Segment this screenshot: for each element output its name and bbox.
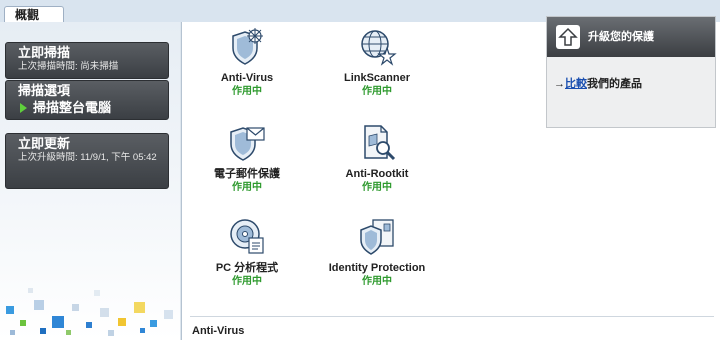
upgrade-title: 升級您的保護: [588, 31, 654, 43]
scan-now-title: 立即掃描: [18, 45, 71, 60]
feature-name: Identity Protection: [328, 262, 426, 274]
divider: [190, 316, 714, 317]
disc-analyzer-icon: [227, 216, 267, 256]
sidebar: 立即掃描 上次掃描時間: 尚未掃描 掃描選項 掃描整台電腦 立即更新 上次升級時…: [0, 22, 180, 340]
play-icon: [20, 103, 27, 113]
scan-now-subtitle: 上次掃描時間: 尚未掃描: [18, 61, 119, 72]
feature-status: 作用中: [362, 276, 392, 287]
update-now-title: 立即更新: [18, 136, 71, 151]
feature-status: 作用中: [362, 86, 392, 97]
feature-name: LinkScanner: [343, 72, 411, 84]
compare-link[interactable]: 比較: [565, 78, 587, 90]
shield-mail-icon: [227, 122, 267, 162]
feature-status: 作用中: [362, 182, 392, 193]
feature-linkscanner[interactable]: LinkScanner 作用中: [312, 26, 442, 98]
feature-identity-protection[interactable]: Identity Protection 作用中: [312, 216, 442, 288]
upgrade-arrow-icon: [556, 25, 580, 49]
feature-name: Anti-Virus: [220, 72, 274, 84]
scan-whole-computer-button[interactable]: 掃描整台電腦: [6, 99, 168, 117]
document-magnifier-icon: [357, 122, 397, 162]
feature-status: 作用中: [232, 86, 262, 97]
shield-virus-icon: [227, 26, 267, 66]
feature-status: 作用中: [232, 276, 262, 287]
update-now-subtitle: 上次升級時間: 11/9/1, 下午 05:42: [18, 152, 157, 163]
arrow-right-icon: →: [554, 78, 565, 90]
globe-link-icon: [357, 26, 397, 66]
shield-id-icon: [357, 216, 397, 256]
feature-anti-rootkit[interactable]: Anti-Rootkit 作用中: [312, 122, 442, 194]
scan-now-button[interactable]: 立即掃描 上次掃描時間: 尚未掃描: [5, 42, 169, 79]
upgrade-panel: 升級您的保護 →比較我們的產品: [546, 16, 716, 128]
decorative-pixel-pattern: [0, 230, 180, 340]
scan-options-panel: 掃描選項 掃描整台電腦: [5, 80, 169, 120]
scan-options-title[interactable]: 掃描選項: [6, 81, 168, 99]
detail-section-title: Anti-Virus: [192, 325, 245, 337]
feature-pc-analyzer[interactable]: PC 分析程式 作用中: [182, 216, 312, 288]
upgrade-header[interactable]: 升級您的保護: [547, 17, 715, 57]
feature-name: Anti-Rootkit: [345, 168, 409, 180]
scan-whole-computer-label: 掃描整台電腦: [33, 100, 112, 115]
compare-suffix: 我們的產品: [587, 78, 642, 90]
feature-email-protection[interactable]: 電子郵件保護 作用中: [182, 122, 312, 194]
tab-overview[interactable]: 概觀: [4, 6, 64, 22]
main-panel: Anti-Virus 作用中 LinkScanner 作用中 電子郵件保護 作用: [181, 16, 720, 340]
feature-name: PC 分析程式: [215, 262, 279, 274]
compare-products: →比較我們的產品: [547, 57, 715, 91]
feature-status: 作用中: [232, 182, 262, 193]
feature-anti-virus[interactable]: Anti-Virus 作用中: [182, 26, 312, 98]
feature-name: 電子郵件保護: [214, 168, 280, 180]
update-now-button[interactable]: 立即更新 上次升級時間: 11/9/1, 下午 05:42: [5, 133, 169, 189]
